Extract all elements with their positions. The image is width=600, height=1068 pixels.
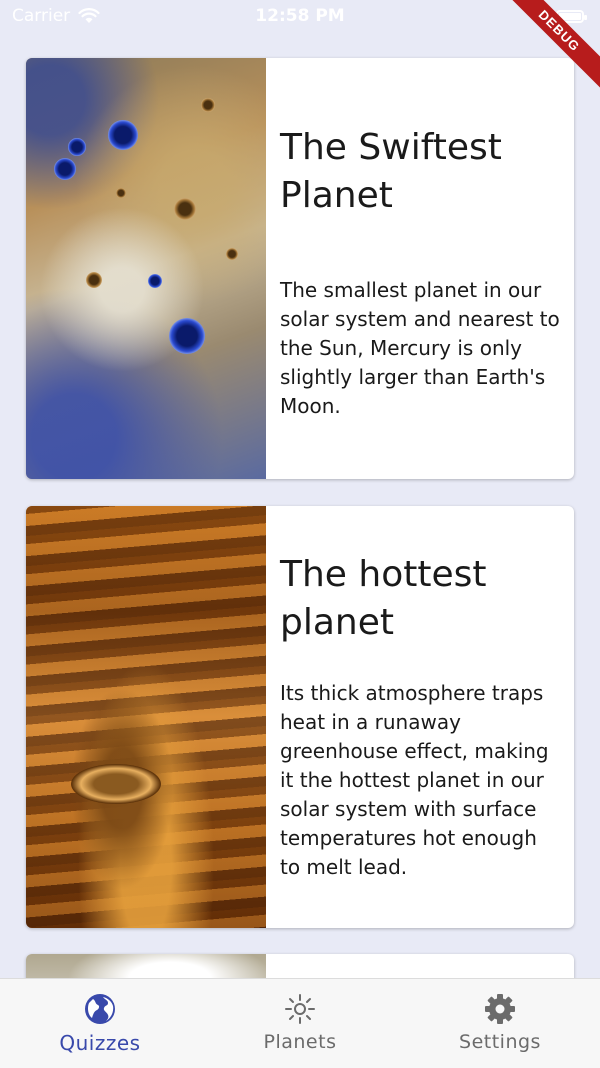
card-description: Its thick atmosphere traps heat in a run…: [280, 681, 549, 879]
gear-icon: [485, 994, 515, 1024]
card-text: The Swiftest Planet The smallest planet …: [266, 58, 574, 479]
quiz-card-venus[interactable]: The hottest planet Its thick atmosphere …: [26, 506, 574, 928]
quiz-card-earth[interactable]: [26, 954, 574, 978]
nav-label-planets: Planets: [263, 1031, 337, 1053]
card-description: The smallest planet in our solar system …: [280, 278, 560, 418]
card-text: The hottest planet Its thick atmosphere …: [266, 506, 574, 928]
quiz-card-list[interactable]: The Swiftest Planet The smallest planet …: [0, 0, 600, 978]
earth-image: [26, 954, 266, 978]
nav-item-settings[interactable]: Settings: [400, 979, 600, 1068]
nav-label-quizzes: Quizzes: [59, 1031, 141, 1055]
mercury-surface-image: [26, 58, 266, 479]
quiz-card-mercury[interactable]: The Swiftest Planet The smallest planet …: [26, 58, 574, 479]
card-title: The hottest planet: [280, 554, 487, 643]
nav-item-quizzes[interactable]: Quizzes: [0, 979, 200, 1068]
nav-label-settings: Settings: [459, 1031, 541, 1053]
card-text: [266, 954, 574, 978]
venus-surface-image: [26, 506, 266, 928]
bottom-navigation-bar: Quizzes Planets Settings: [0, 978, 600, 1068]
sun-icon: [285, 994, 315, 1024]
card-title: The Swiftest Planet: [280, 127, 502, 216]
status-time: 12:58 PM: [255, 6, 345, 26]
status-bar: Carrier 12:58 PM: [0, 0, 600, 36]
nav-item-planets[interactable]: Planets: [200, 979, 400, 1068]
globe-icon: [85, 994, 115, 1024]
